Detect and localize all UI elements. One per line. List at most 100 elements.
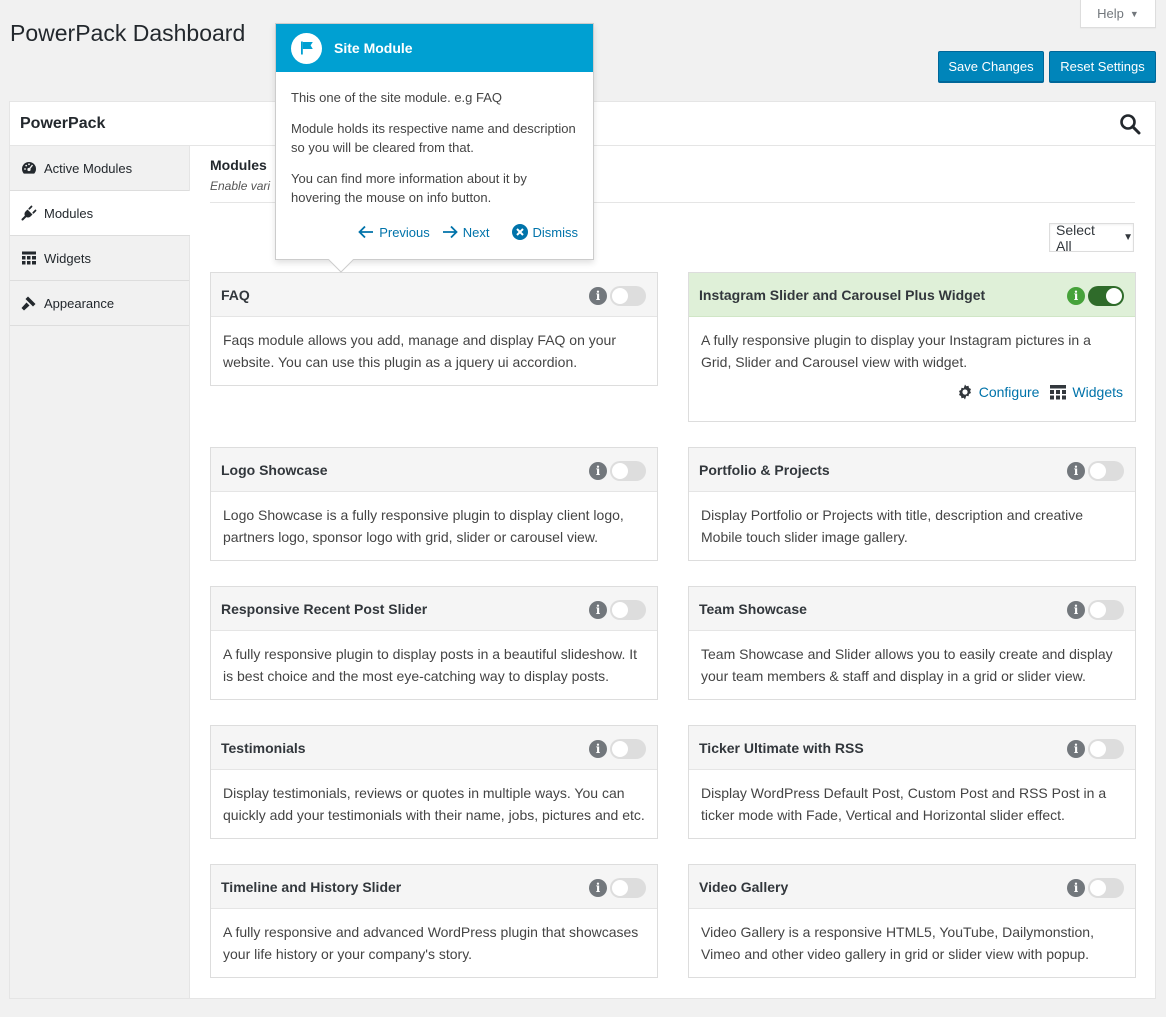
module-card-header: Logo Showcase i: [211, 448, 657, 492]
module-title: Video Gallery: [699, 878, 789, 895]
dashboard-icon: [22, 162, 36, 174]
module-title: Portfolio & Projects: [699, 461, 830, 478]
tour-header: Site Module: [276, 24, 593, 72]
plug-icon: [21, 205, 37, 221]
flag-glyph: [300, 41, 313, 55]
module-card-recent-post-slider: Responsive Recent Post Slider i A fully …: [210, 586, 658, 700]
info-icon[interactable]: i: [589, 462, 607, 480]
arrow-right-icon: [442, 225, 458, 239]
module-toggle[interactable]: [610, 600, 646, 620]
tour-body: This one of the site module. e.g FAQ Mod…: [276, 72, 593, 207]
page-title: PowerPack Dashboard: [10, 20, 246, 46]
module-toggle[interactable]: [610, 286, 646, 306]
tour-actions: Previous Next Dismiss: [358, 224, 578, 240]
arrow-left-icon: [358, 225, 374, 239]
save-changes-button[interactable]: Save Changes: [938, 51, 1044, 82]
module-toggle[interactable]: [1088, 600, 1124, 620]
module-toggle[interactable]: [610, 739, 646, 759]
select-all-label: Select All: [1056, 221, 1095, 254]
toggle-knob: [612, 463, 628, 479]
module-card-testimonials: Testimonials i Display testimonials, rev…: [210, 725, 658, 839]
toggle-knob: [612, 602, 628, 618]
module-card-timeline-history: Timeline and History Slider i A fully re…: [210, 864, 658, 978]
tour-next-button[interactable]: Next: [442, 225, 490, 240]
module-description: Display WordPress Default Post, Custom P…: [701, 785, 1107, 823]
module-toggle[interactable]: [1088, 878, 1124, 898]
configure-label: Configure: [978, 384, 1040, 400]
module-card-header: Instagram Slider and Carousel Plus Widge…: [689, 273, 1135, 317]
widgets-label: Widgets: [1072, 384, 1123, 400]
module-card-faq: FAQ i Faqs module allows you add, manage…: [210, 272, 658, 386]
reset-settings-button[interactable]: Reset Settings: [1049, 51, 1156, 82]
tour-previous-label: Previous: [379, 224, 430, 240]
info-icon[interactable]: i: [589, 287, 607, 305]
tour-paragraph: You can find more information about it b…: [291, 171, 527, 205]
tour-previous-button[interactable]: Previous: [358, 225, 430, 240]
brush-icon: [21, 296, 36, 311]
configure-link[interactable]: Configure: [956, 383, 1040, 401]
toggle-knob: [612, 741, 628, 757]
module-card-header: Ticker Ultimate with RSS i: [689, 726, 1135, 770]
sidebar-item-label: Widgets: [44, 250, 91, 266]
module-title: Testimonials: [221, 739, 306, 756]
chevron-down-icon: ▼: [1129, 8, 1139, 19]
info-icon[interactable]: i: [1067, 287, 1085, 305]
module-card-team-showcase: Team Showcase i Team Showcase and Slider…: [688, 586, 1136, 700]
info-icon[interactable]: i: [589, 601, 607, 619]
gear-icon: [958, 384, 971, 400]
module-toggle[interactable]: [1088, 461, 1124, 481]
module-title: Ticker Ultimate with RSS: [699, 739, 864, 756]
close-circle-icon: [511, 224, 528, 240]
module-toggle[interactable]: [1088, 286, 1124, 306]
widgets-link[interactable]: Widgets: [1049, 383, 1123, 401]
info-icon[interactable]: i: [1067, 740, 1085, 758]
toggle-knob: [612, 288, 628, 304]
module-title: Timeline and History Slider: [221, 878, 402, 895]
module-description: Team Showcase and Slider allows you to e…: [701, 646, 1113, 684]
info-icon[interactable]: i: [1067, 879, 1085, 897]
sidebar-item-widgets[interactable]: Widgets: [10, 236, 189, 281]
module-toggle[interactable]: [1088, 739, 1124, 759]
tour-dismiss-button[interactable]: Dismiss: [511, 224, 578, 240]
sidebar: Active Modules Modules Widgets Appearanc…: [10, 146, 190, 998]
module-title: Responsive Recent Post Slider: [221, 600, 428, 617]
module-description: Faqs module allows you add, manage and d…: [223, 332, 617, 370]
tour-title: Site Module: [334, 40, 413, 56]
help-tab[interactable]: Help ▼: [1080, 0, 1156, 28]
module-card-portfolio-projects: Portfolio & Projects i Display Portfolio…: [688, 447, 1136, 561]
info-icon[interactable]: i: [1067, 462, 1085, 480]
module-card-logo-showcase: Logo Showcase i Logo Showcase is a fully…: [210, 447, 658, 561]
tour-paragraph: This one of the site module. e.g FAQ: [291, 90, 503, 105]
module-card-instagram-slider: Instagram Slider and Carousel Plus Widge…: [688, 272, 1136, 422]
toggle-knob: [1090, 741, 1106, 757]
select-all-dropdown[interactable]: Select All ▼: [1049, 221, 1134, 254]
module-card-header: Video Gallery i: [689, 865, 1135, 909]
module-description: A fully responsive plugin to display pos…: [223, 646, 638, 684]
module-card-header: Team Showcase i: [689, 587, 1135, 631]
chevron-down-icon: ▼: [1123, 232, 1133, 243]
sidebar-item-modules[interactable]: Modules: [10, 191, 190, 236]
module-title: Team Showcase: [699, 600, 807, 617]
module-card-header: Portfolio & Projects i: [689, 448, 1135, 492]
module-toggle[interactable]: [610, 461, 646, 481]
module-card-header: Timeline and History Slider i: [211, 865, 657, 909]
info-icon[interactable]: i: [1067, 601, 1085, 619]
module-actions: Configure Widgets: [689, 383, 1135, 411]
toggle-knob: [1090, 602, 1106, 618]
sidebar-item-label: Modules: [44, 205, 94, 221]
sidebar-item-active-modules[interactable]: Active Modules: [10, 146, 189, 191]
search-icon[interactable]: [1119, 113, 1141, 135]
panel-title: PowerPack: [20, 114, 106, 132]
module-card-header: Responsive Recent Post Slider i: [211, 587, 657, 631]
module-card-header: FAQ i: [211, 273, 657, 317]
module-toggle[interactable]: [610, 878, 646, 898]
flag-icon: [291, 32, 322, 64]
info-icon[interactable]: i: [589, 879, 607, 897]
module-description: Logo Showcase is a fully responsive plug…: [223, 507, 624, 545]
module-description: Display testimonials, reviews or quotes …: [223, 785, 645, 823]
sidebar-item-appearance[interactable]: Appearance: [10, 281, 189, 326]
info-icon[interactable]: i: [589, 740, 607, 758]
tour-next-label: Next: [462, 224, 490, 240]
widgets-icon: [22, 251, 36, 265]
tour-paragraph: Module holds its respective name and des…: [291, 121, 576, 155]
